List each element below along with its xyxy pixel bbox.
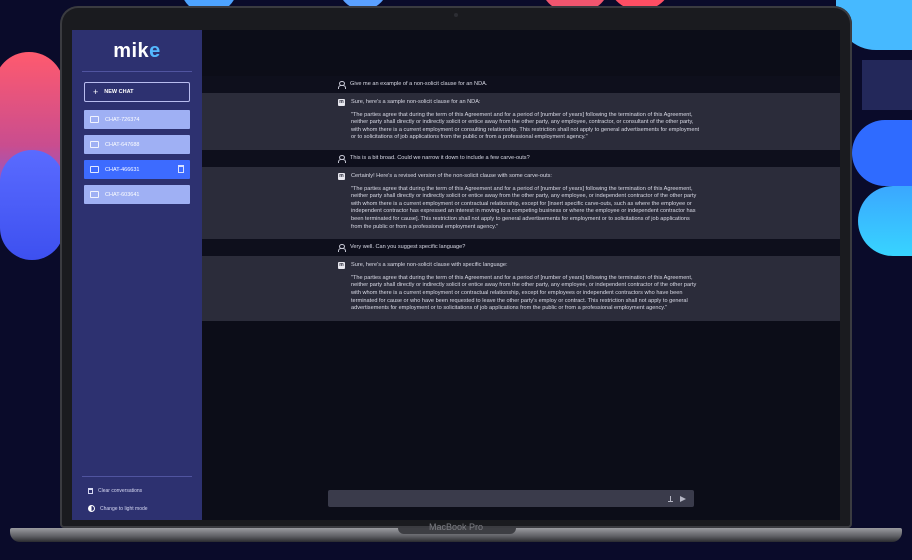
laptop-lid: mike + NEW CHAT CHAT-726374 CHAT-647688 …	[60, 6, 852, 528]
user-icon	[338, 154, 346, 163]
assistant-message: m Sure, here's a sample non-solicit clau…	[202, 93, 840, 150]
light-mode-toggle[interactable]: Change to light mode	[82, 505, 192, 512]
background-shape	[858, 186, 912, 256]
delete-chat-trash-icon[interactable]	[178, 165, 184, 173]
message-intro: Certainly! Here's a revised version of t…	[351, 172, 552, 179]
plus-icon: +	[93, 87, 99, 97]
chat-item[interactable]: CHAT-603641	[84, 185, 190, 204]
background-shape	[852, 120, 912, 186]
clear-conversations-button[interactable]: Clear conversations	[82, 488, 192, 494]
app-logo: mike	[113, 40, 161, 63]
chat-bubble-icon	[90, 166, 99, 173]
background-shape	[0, 150, 64, 260]
camera	[454, 13, 458, 17]
chat-item-label: CHAT-466631	[105, 166, 140, 173]
divider	[82, 476, 192, 477]
send-icon[interactable]	[680, 495, 686, 502]
chat-bubble-icon	[90, 141, 99, 148]
message-text: Very well. Can you suggest specific lang…	[350, 243, 466, 250]
user-icon	[338, 81, 346, 89]
device-brand-label: MacBook Pro	[428, 522, 484, 532]
chat-item-label: CHAT-603641	[105, 191, 140, 198]
chat-item-label: CHAT-647688	[105, 141, 140, 148]
logo-accent: e	[149, 40, 161, 62]
chat-bubble-icon	[90, 116, 99, 123]
new-chat-label: NEW CHAT	[104, 89, 134, 95]
trash-icon	[88, 488, 93, 494]
clause-text: "The parties agree that during the term …	[351, 185, 697, 230]
chat-area: Give me an example of a non-solicit clau…	[202, 30, 840, 520]
bot-icon: m	[338, 172, 345, 180]
chat-item-label: CHAT-726374	[105, 116, 140, 123]
assistant-message: m Certainly! Here's a revised version of…	[202, 166, 840, 240]
divider	[82, 71, 192, 72]
message-text: Give me an example of a non-solicit clau…	[350, 80, 488, 87]
clause-text: "The parties agree that during the term …	[351, 274, 697, 312]
message-intro: Sure, here's a sample non-solicit clause…	[351, 99, 481, 105]
chat-item[interactable]: CHAT-647688	[84, 135, 190, 154]
clear-conversations-label: Clear conversations	[98, 488, 143, 494]
chat-item[interactable]: CHAT-726374	[84, 110, 190, 129]
sidebar-footer: Clear conversations Change to light mode	[72, 476, 202, 512]
chat-item-active[interactable]: CHAT-466631	[84, 160, 190, 179]
light-mode-label: Change to light mode	[100, 505, 148, 512]
background-shape	[862, 60, 912, 110]
chat-bubble-icon	[90, 191, 99, 198]
chat-input[interactable]	[328, 490, 694, 507]
half-circle-icon	[88, 505, 95, 512]
assistant-message: m Sure, here's a sample non-solicit clau…	[202, 256, 840, 321]
user-icon	[338, 244, 346, 253]
upload-icon[interactable]	[668, 495, 673, 502]
logo-text: mik	[113, 40, 150, 62]
chat-list: CHAT-726374 CHAT-647688 CHAT-466631 CHAT…	[84, 110, 190, 204]
user-message: This is a bit broad. Could we narrow it …	[202, 149, 840, 167]
message-list: Give me an example of a non-solicit clau…	[202, 76, 840, 321]
new-chat-button[interactable]: + NEW CHAT	[84, 82, 190, 102]
message-intro: Sure, here's a sample non-solicit clause…	[351, 262, 508, 269]
user-message: Very well. Can you suggest specific lang…	[202, 239, 840, 257]
user-message: Give me an example of a non-solicit clau…	[202, 76, 840, 93]
message-text: This is a bit broad. Could we narrow it …	[350, 154, 530, 161]
bot-icon: m	[338, 262, 345, 270]
clause-text: "The parties agree that during the term …	[351, 111, 700, 141]
bot-icon: m	[338, 99, 345, 106]
sidebar: mike + NEW CHAT CHAT-726374 CHAT-647688 …	[72, 30, 202, 520]
laptop-screen: mike + NEW CHAT CHAT-726374 CHAT-647688 …	[72, 30, 840, 520]
